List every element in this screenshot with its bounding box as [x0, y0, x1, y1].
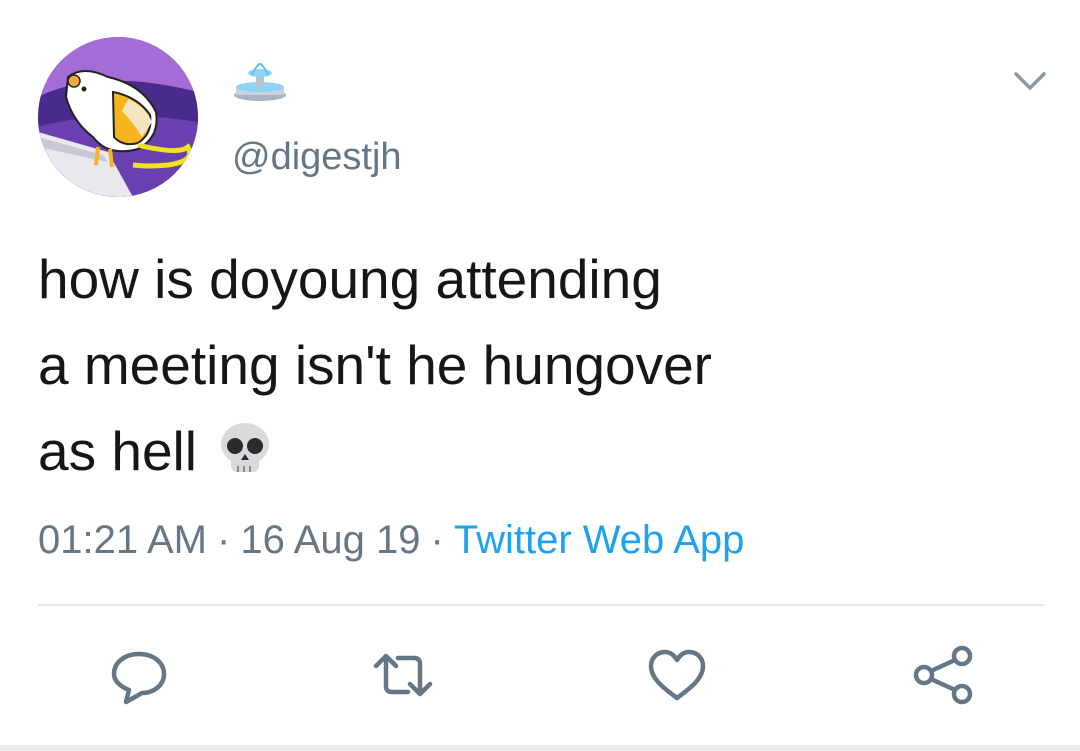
divider: [38, 604, 1044, 606]
tweet-source-link[interactable]: Twitter Web App: [454, 518, 745, 562]
meta-separator: ·: [217, 518, 231, 562]
share-icon[interactable]: [908, 640, 978, 710]
chevron-down-icon[interactable]: [1008, 62, 1052, 102]
fountain-emoji: [232, 62, 288, 103]
tweet-time: 01:21 AM: [38, 518, 208, 562]
meta-separator: ·: [430, 518, 444, 562]
tweet-text: how is doyoung attending a meeting isn't…: [38, 236, 1038, 494]
retweet-icon[interactable]: [368, 640, 438, 710]
skull-emoji: [215, 418, 275, 478]
bottom-border: [0, 745, 1080, 751]
tweet-meta: 01:21 AM · 16 Aug 19 · Twitter Web App: [38, 512, 744, 568]
like-icon[interactable]: [642, 640, 712, 710]
tweet-card: @digestjh how is doyoung attending a mee…: [0, 0, 1080, 751]
tweet-body: how is doyoung attending a meeting isn't…: [38, 248, 712, 482]
avatar[interactable]: [38, 37, 198, 197]
reply-icon[interactable]: [104, 640, 174, 710]
cartoon-rat-avatar: [38, 37, 198, 197]
tweet-date: 16 Aug 19: [240, 518, 421, 562]
user-handle[interactable]: @digestjh: [232, 133, 402, 181]
